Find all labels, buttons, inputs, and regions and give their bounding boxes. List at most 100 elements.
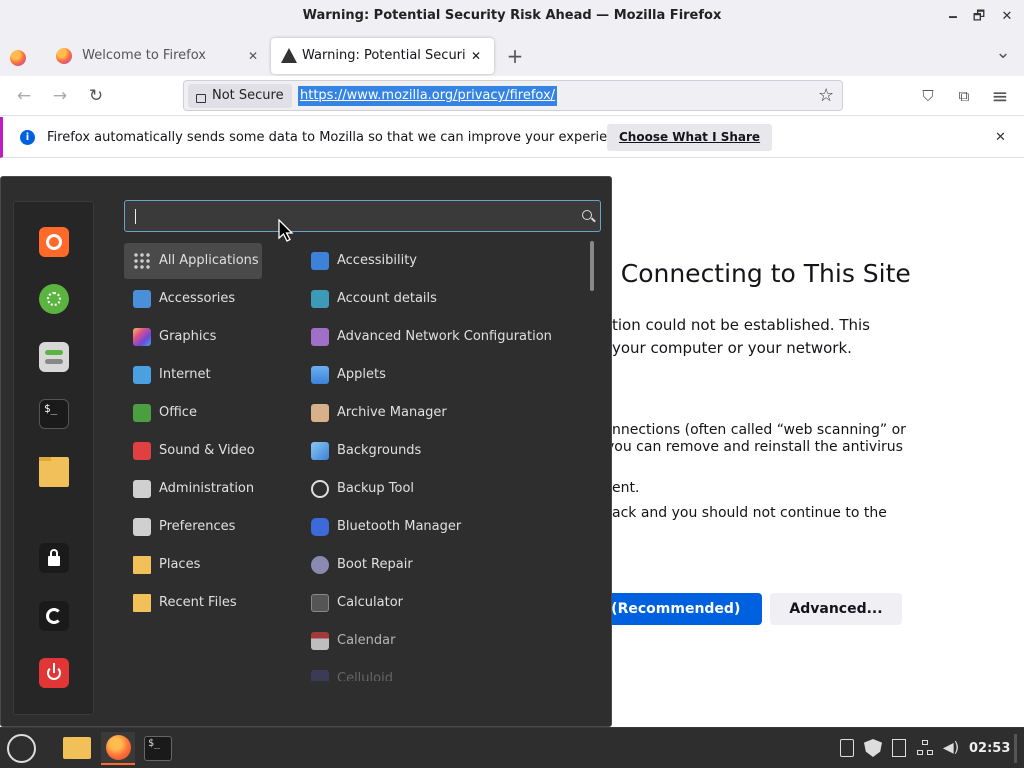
celluloid-icon bbox=[311, 670, 329, 681]
show-desktop-button[interactable] bbox=[1014, 734, 1017, 763]
detail-text-line: you can remove and reinstall the antivir… bbox=[606, 439, 903, 455]
app-label: Boot Repair bbox=[337, 557, 413, 572]
app-boot-repair[interactable]: Boot Repair bbox=[302, 547, 582, 583]
forward-button[interactable]: → bbox=[44, 80, 76, 112]
reload-button[interactable]: ↻ bbox=[80, 80, 112, 112]
terminal-icon: $_ bbox=[144, 736, 172, 761]
advanced-button[interactable]: Advanced... bbox=[770, 593, 902, 625]
desktop: Warning: Potential Security Risk Ahead —… bbox=[0, 0, 1024, 768]
category-graphics[interactable]: Graphics bbox=[124, 319, 262, 355]
network-node bbox=[922, 740, 928, 745]
favorite-firefox[interactable] bbox=[39, 227, 69, 257]
software-manager-icon bbox=[47, 292, 61, 306]
data-collection-notification: i Firefox automatically sends some data … bbox=[0, 117, 1024, 158]
notes-icon[interactable] bbox=[892, 739, 906, 757]
category-label: Internet bbox=[159, 367, 211, 382]
clipboard-icon[interactable] bbox=[840, 739, 854, 757]
app-applets[interactable]: Applets bbox=[302, 357, 582, 393]
favorite-shutdown[interactable] bbox=[39, 658, 69, 688]
app-label: Account details bbox=[337, 291, 437, 306]
play-icon bbox=[133, 442, 151, 460]
maximize-button[interactable]: 🗗 bbox=[964, 0, 994, 34]
lock-shackle bbox=[50, 549, 58, 558]
extensions-button[interactable]: ⧉ bbox=[948, 80, 980, 112]
close-window-button[interactable]: ✕ bbox=[992, 0, 1022, 34]
preferences-icon bbox=[133, 518, 151, 536]
favorites-panel: $_ bbox=[13, 201, 94, 715]
network-node bbox=[927, 750, 933, 755]
app-label: Advanced Network Configuration bbox=[337, 329, 552, 344]
clock[interactable]: 02:53 bbox=[969, 728, 1010, 768]
mint-menu-button[interactable] bbox=[4, 732, 38, 765]
url-bar[interactable]: Not Secure https://www.mozilla.org/priva… bbox=[183, 80, 843, 111]
text-cursor bbox=[135, 209, 136, 224]
volume-icon[interactable]: ◀) bbox=[942, 739, 960, 757]
window-titlebar[interactable]: Warning: Potential Security Risk Ahead —… bbox=[0, 0, 1024, 34]
network-icon[interactable] bbox=[916, 739, 934, 757]
navigation-toolbar: ← → ↻ Not Secure https://www.mozilla.org… bbox=[0, 76, 1024, 116]
category-recent-files[interactable]: Recent Files bbox=[124, 585, 262, 621]
bookmark-star-icon[interactable]: ☆ bbox=[818, 85, 834, 106]
tab-welcome[interactable]: Welcome to Firefox ✕ bbox=[44, 38, 268, 74]
app-advanced-network-configuration[interactable]: Advanced Network Configuration bbox=[302, 319, 582, 355]
taskbar-terminal[interactable]: $_ bbox=[141, 732, 175, 765]
app-list-scrollbar[interactable] bbox=[590, 241, 594, 291]
pocket-button[interactable]: ⛉ bbox=[912, 80, 944, 112]
favorite-files[interactable] bbox=[39, 457, 69, 487]
back-button[interactable]: ← bbox=[8, 80, 40, 112]
app-accessibility[interactable]: Accessibility bbox=[302, 243, 582, 279]
shield-icon[interactable] bbox=[864, 739, 882, 757]
favorite-software-manager[interactable] bbox=[39, 284, 69, 314]
calendar-icon bbox=[311, 632, 329, 650]
tab-close-button[interactable]: ✕ bbox=[248, 38, 258, 74]
choose-what-i-share-button[interactable]: Choose What I Share bbox=[607, 124, 773, 151]
app-label: Applets bbox=[337, 367, 386, 382]
firefox-icon bbox=[46, 234, 62, 250]
firefox-view-button[interactable] bbox=[10, 47, 26, 66]
detail-text-line: nnections (often called “web scanning” o… bbox=[612, 422, 906, 438]
category-office[interactable]: Office bbox=[124, 395, 262, 431]
category-administration[interactable]: Administration bbox=[124, 471, 262, 507]
tab-strip: Welcome to Firefox ✕ Warning: Potential … bbox=[0, 34, 1024, 76]
app-bluetooth-manager[interactable]: Bluetooth Manager bbox=[302, 509, 582, 545]
mouse-pointer-icon bbox=[278, 219, 294, 242]
close-notification-button[interactable]: ✕ bbox=[995, 117, 1006, 158]
taskbar-files[interactable] bbox=[60, 732, 94, 765]
url-text[interactable]: https://www.mozilla.org/privacy/firefox/ bbox=[298, 86, 558, 106]
new-tab-button[interactable]: + bbox=[505, 38, 525, 74]
app-celluloid[interactable]: Celluloid bbox=[302, 661, 582, 681]
firefox-icon bbox=[10, 49, 26, 66]
tab-close-button[interactable]: ✕ bbox=[471, 38, 481, 74]
logout-icon bbox=[46, 608, 62, 624]
terminal-icon: $_ bbox=[44, 402, 58, 415]
app-backgrounds[interactable]: Backgrounds bbox=[302, 433, 582, 469]
not-secure-indicator[interactable]: Not Secure bbox=[188, 84, 292, 108]
app-calculator[interactable]: Calculator bbox=[302, 585, 582, 621]
app-backup-tool[interactable]: Backup Tool bbox=[302, 471, 582, 507]
app-calendar[interactable]: Calendar bbox=[302, 623, 582, 659]
app-menu-button[interactable]: ≡ bbox=[984, 80, 1016, 112]
category-preferences[interactable]: Preferences bbox=[124, 509, 262, 545]
tab-warning[interactable]: Warning: Potential Security ✕ bbox=[271, 38, 494, 74]
app-label: Archive Manager bbox=[337, 405, 447, 420]
category-internet[interactable]: Internet bbox=[124, 357, 262, 393]
app-archive-manager[interactable]: Archive Manager bbox=[302, 395, 582, 431]
app-account-details[interactable]: Account details bbox=[302, 281, 582, 317]
error-text-line: your computer or your network. bbox=[612, 339, 852, 357]
boot-repair-icon bbox=[311, 556, 329, 574]
taskbar-firefox[interactable] bbox=[101, 732, 135, 765]
category-all-applications[interactable]: All Applications bbox=[124, 243, 262, 279]
favorite-settings[interactable] bbox=[39, 342, 69, 372]
cloud-icon bbox=[133, 366, 151, 384]
detail-text-line: ent. bbox=[612, 480, 640, 496]
favorite-logout[interactable] bbox=[39, 601, 69, 631]
app-label: Celluloid bbox=[337, 671, 393, 681]
category-sound-video[interactable]: Sound & Video bbox=[124, 433, 262, 469]
menu-search-input[interactable] bbox=[124, 200, 601, 232]
favorite-terminal[interactable]: $_ bbox=[39, 399, 69, 429]
favorite-lock-screen[interactable] bbox=[39, 543, 69, 573]
category-accessories[interactable]: Accessories bbox=[124, 281, 262, 317]
list-all-tabs-button[interactable]: ⌄ bbox=[993, 38, 1013, 74]
category-places[interactable]: Places bbox=[124, 547, 262, 583]
grid-icon bbox=[133, 252, 151, 270]
